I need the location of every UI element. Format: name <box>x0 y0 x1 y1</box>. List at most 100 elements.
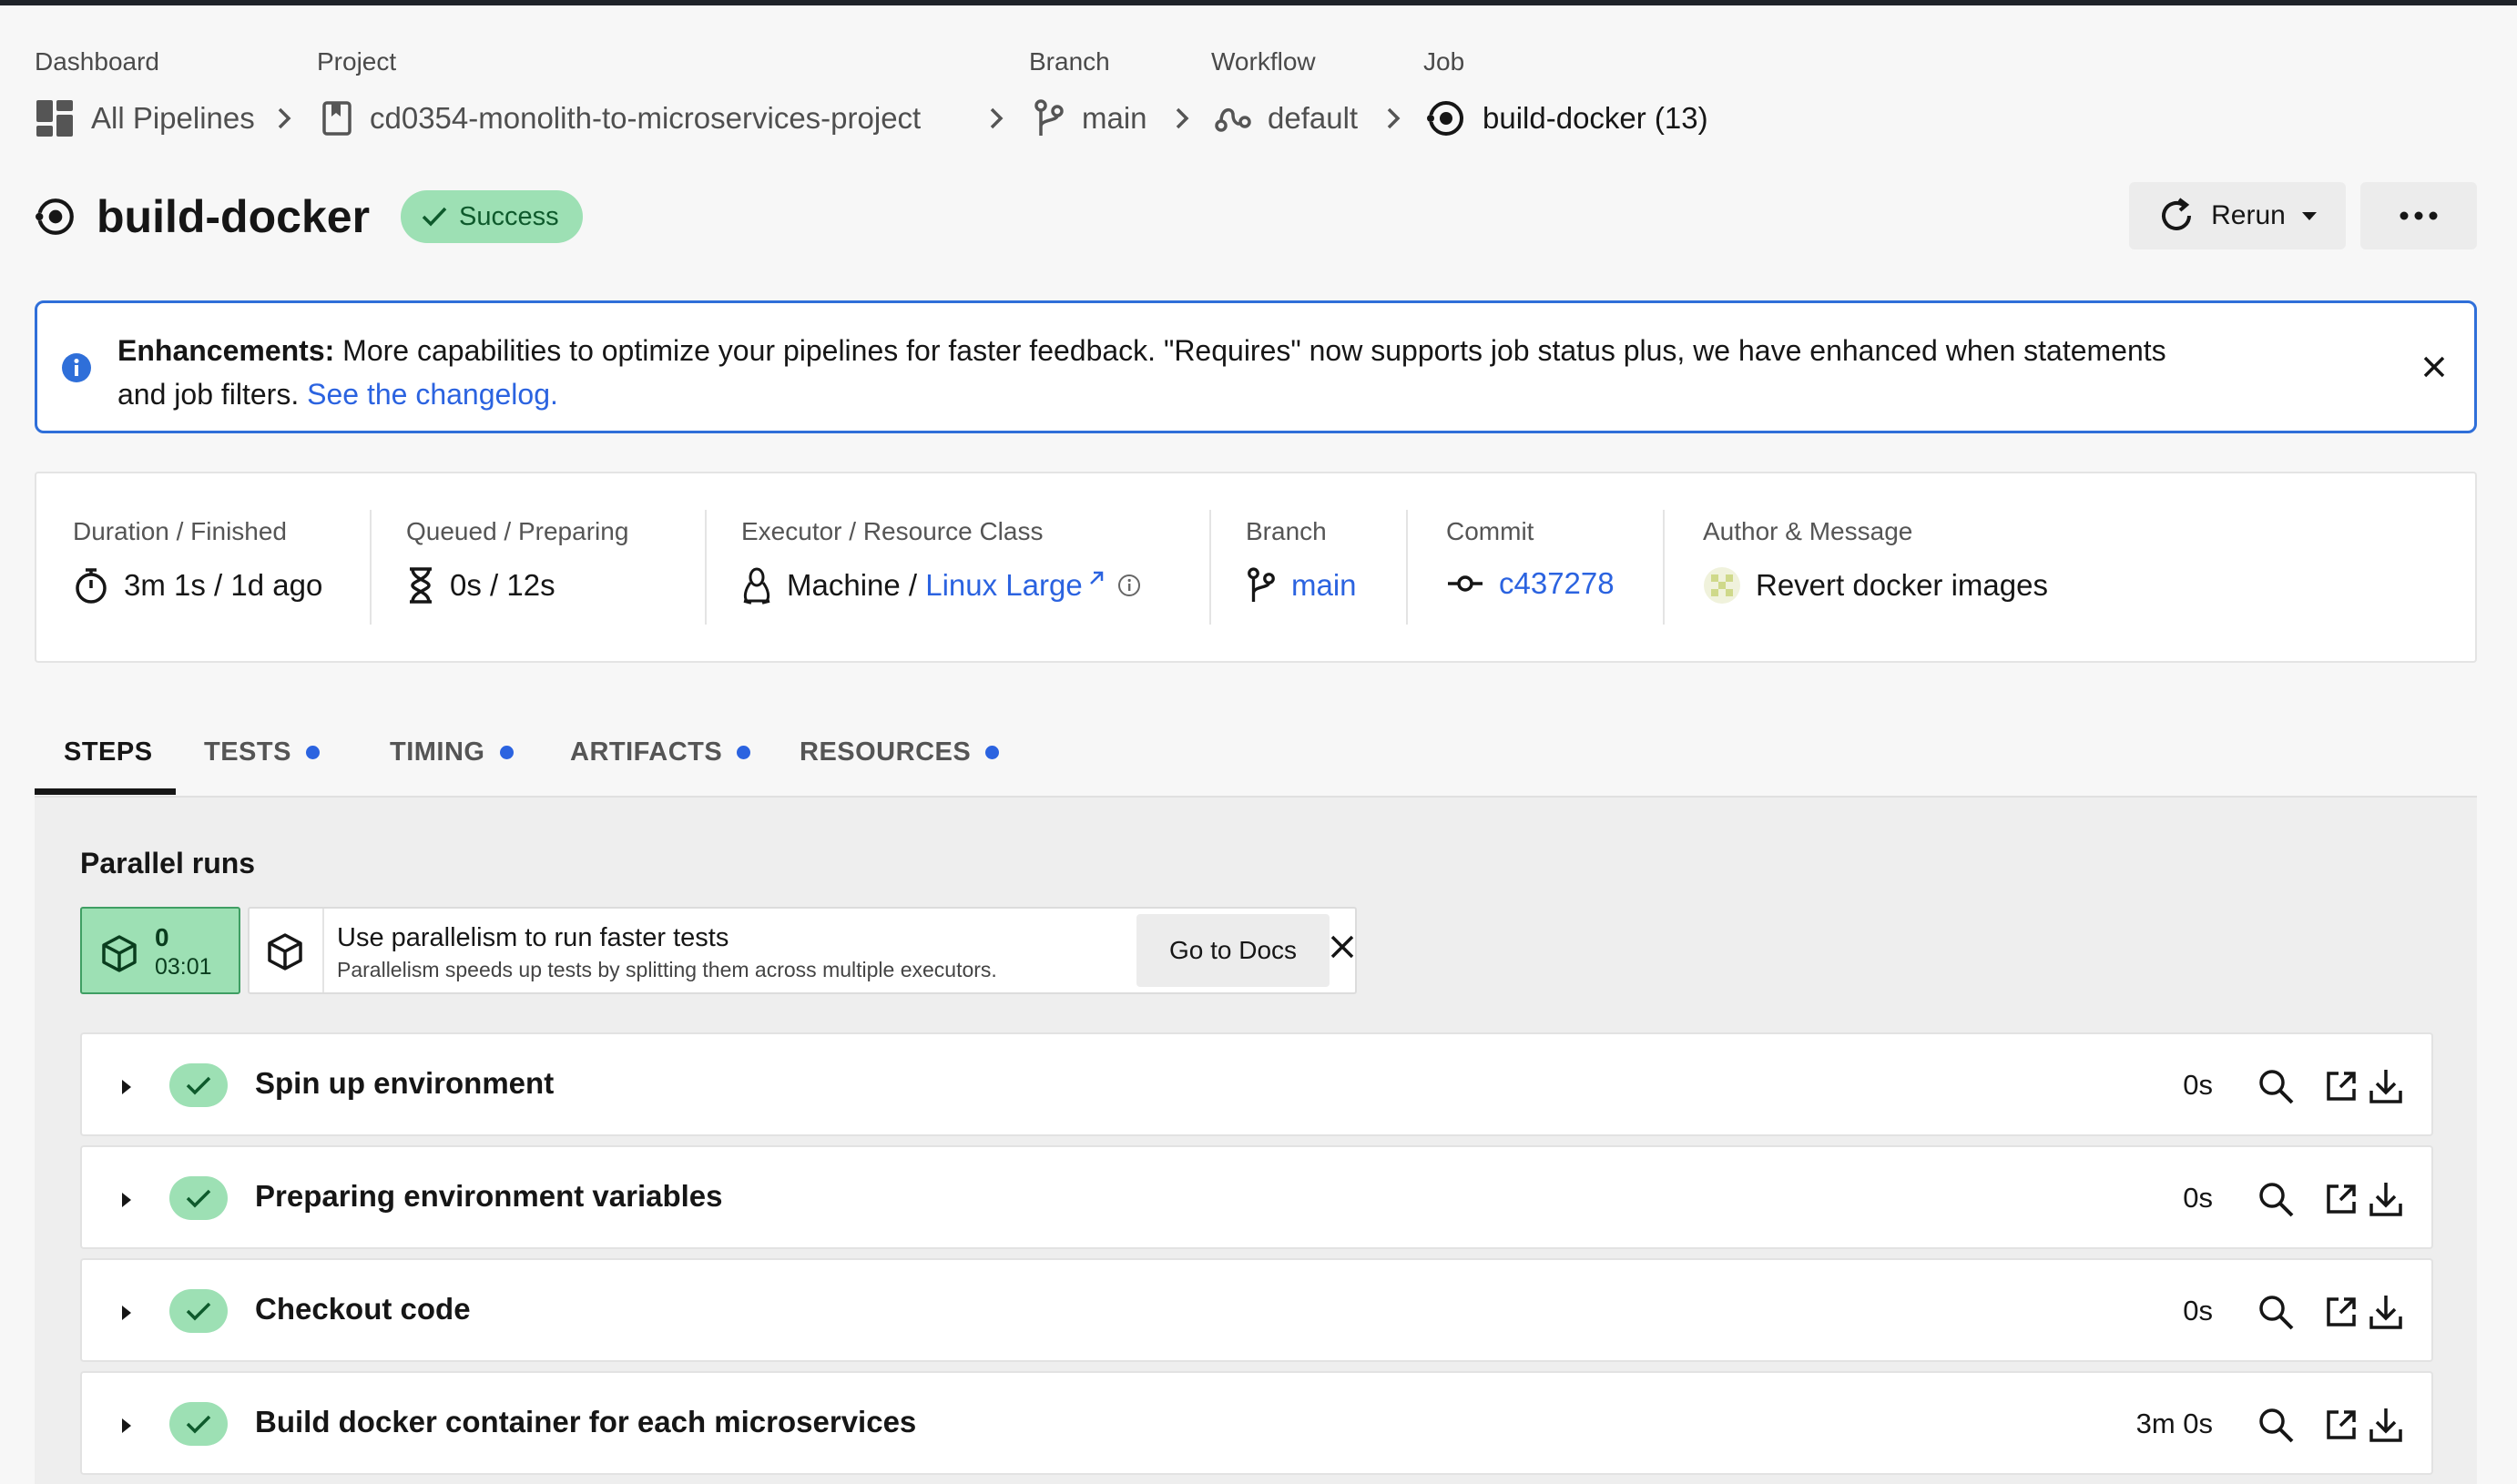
workflow-icon <box>1215 107 1251 132</box>
tab-steps-label: STEPS <box>64 737 153 767</box>
tab-tests-label: TESTS <box>204 737 291 767</box>
notification-dot <box>737 745 751 759</box>
run-time: 03:01 <box>155 954 212 980</box>
chevron-right-icon <box>990 107 1004 129</box>
divider <box>322 909 324 992</box>
external-link-icon[interactable] <box>2324 1295 2359 1329</box>
stopwatch-icon <box>76 568 107 604</box>
breadcrumb-label-workflow: Workflow <box>1211 47 1316 76</box>
branch-icon <box>1034 99 1064 136</box>
queued-label: Queued / Preparing <box>406 517 629 545</box>
steps-panel: Parallel runs 0 03:01 Use parallelism to… <box>35 796 2477 1484</box>
dashboard-icon <box>36 100 73 137</box>
tab-artifacts[interactable]: ARTIFACTS <box>570 708 751 796</box>
job-icon <box>1426 101 1463 136</box>
success-check-icon <box>169 1289 228 1333</box>
parallel-run-0[interactable]: 0 03:01 <box>80 907 240 994</box>
breadcrumb-workflow[interactable]: default <box>1215 97 1358 140</box>
commit-icon <box>1448 575 1483 592</box>
step-row[interactable]: Spin up environment 0s <box>80 1032 2433 1136</box>
breadcrumb-project-label: cd0354-monolith-to-microservices-project <box>370 101 922 135</box>
more-options-button[interactable] <box>2360 182 2477 249</box>
search-icon[interactable] <box>2257 1293 2295 1331</box>
author-label: Author & Message <box>1703 517 1913 545</box>
divider <box>1406 510 1408 625</box>
go-to-docs-button[interactable]: Go to Docs <box>1136 914 1330 987</box>
changelog-link[interactable]: See the changelog. <box>307 378 558 411</box>
active-tab-indicator <box>35 788 176 795</box>
commit-message: Revert docker images <box>1756 568 2048 602</box>
rerun-button[interactable]: Rerun <box>2129 182 2346 249</box>
breadcrumb-label-dashboard: Dashboard <box>35 47 159 76</box>
step-row[interactable]: Preparing environment variables 0s <box>80 1145 2433 1249</box>
step-row[interactable]: Checkout code 0s <box>80 1258 2433 1362</box>
run-index: 0 <box>155 923 169 951</box>
step-name: Preparing environment variables <box>255 1179 723 1213</box>
step-duration: 0s <box>2183 1069 2213 1101</box>
external-link-icon[interactable] <box>2324 1069 2359 1103</box>
external-link-icon[interactable] <box>2324 1408 2359 1442</box>
tip-title: Use parallelism to run faster tests <box>337 923 729 952</box>
commit-link[interactable]: c437278 <box>1499 566 1615 601</box>
notification-dot <box>985 745 1000 759</box>
search-icon[interactable] <box>2257 1180 2295 1218</box>
breadcrumb: All Pipelines cd0354-monolith-to-microse… <box>35 97 2493 140</box>
step-name: Checkout code <box>255 1292 471 1326</box>
caret-right-icon[interactable] <box>120 1191 133 1209</box>
resource-class-link[interactable]: Linux Large <box>925 568 1082 602</box>
commit-value-row: c437278 <box>1446 566 1615 601</box>
step-name: Build docker container for each microser… <box>255 1405 917 1438</box>
step-duration: 3m 0s <box>2135 1408 2213 1439</box>
download-icon[interactable] <box>2368 1293 2404 1331</box>
rerun-button-label: Rerun <box>2211 200 2286 230</box>
tab-timing[interactable]: TIMING <box>390 708 514 796</box>
breadcrumb-project[interactable]: cd0354-monolith-to-microservices-project <box>321 97 921 140</box>
page-title: build-docker <box>97 191 371 242</box>
tab-steps[interactable]: STEPS <box>64 708 153 796</box>
avatar <box>1704 567 1740 604</box>
success-check-icon <box>169 1063 228 1107</box>
caret-right-icon[interactable] <box>120 1078 133 1096</box>
caret-right-icon[interactable] <box>120 1417 133 1435</box>
divider <box>1209 510 1211 625</box>
chevron-right-icon <box>278 107 291 129</box>
step-row[interactable]: Build docker container for each microser… <box>80 1371 2433 1475</box>
download-icon[interactable] <box>2368 1406 2404 1444</box>
close-icon[interactable] <box>2421 354 2447 380</box>
duration-value-row: 3m 1s / 1d ago <box>73 566 322 605</box>
tip-description: Parallelism speeds up tests by splitting… <box>337 958 997 981</box>
parallel-runs-heading: Parallel runs <box>80 847 256 879</box>
divider <box>370 510 372 625</box>
info-outline-icon[interactable] <box>1117 574 1141 597</box>
tab-tests[interactable]: TESTS <box>204 708 320 796</box>
banner-bold: Enhancements: <box>117 334 335 367</box>
caret-right-icon[interactable] <box>120 1304 133 1322</box>
external-link-icon <box>1089 571 1103 584</box>
info-icon <box>62 353 91 382</box>
banner-line1: More capabilities to optimize your pipel… <box>334 334 2166 367</box>
close-icon[interactable] <box>1328 932 1357 961</box>
download-icon[interactable] <box>2368 1067 2404 1105</box>
linux-icon <box>743 567 770 605</box>
branch-link[interactable]: main <box>1291 568 1357 603</box>
breadcrumb-job[interactable]: build-docker (13) <box>1426 97 1708 140</box>
breadcrumb-job-label: build-docker (13) <box>1483 101 1708 135</box>
cube-icon <box>102 935 137 972</box>
breadcrumb-dashboard[interactable]: All Pipelines <box>35 97 255 140</box>
tab-bar: STEPS TESTS TIMING ARTIFACTS RESOURCES <box>35 708 2477 796</box>
banner-text: Enhancements: More capabilities to optim… <box>117 329 2358 416</box>
job-icon <box>35 198 74 235</box>
breadcrumb-branch[interactable]: main <box>1033 97 1147 140</box>
tab-resources[interactable]: RESOURCES <box>800 708 1000 796</box>
queued-value-row: 0s / 12s <box>406 566 555 605</box>
top-bar <box>0 0 2517 5</box>
search-icon[interactable] <box>2257 1406 2295 1444</box>
ellipsis-icon <box>2400 211 2438 220</box>
search-icon[interactable] <box>2257 1067 2295 1105</box>
download-icon[interactable] <box>2368 1180 2404 1218</box>
author-value-row: Revert docker images <box>1703 566 2048 605</box>
cube-icon <box>268 933 302 971</box>
tab-artifacts-label: ARTIFACTS <box>570 737 723 767</box>
status-badge-label: Success <box>459 201 559 231</box>
external-link-icon[interactable] <box>2324 1182 2359 1216</box>
